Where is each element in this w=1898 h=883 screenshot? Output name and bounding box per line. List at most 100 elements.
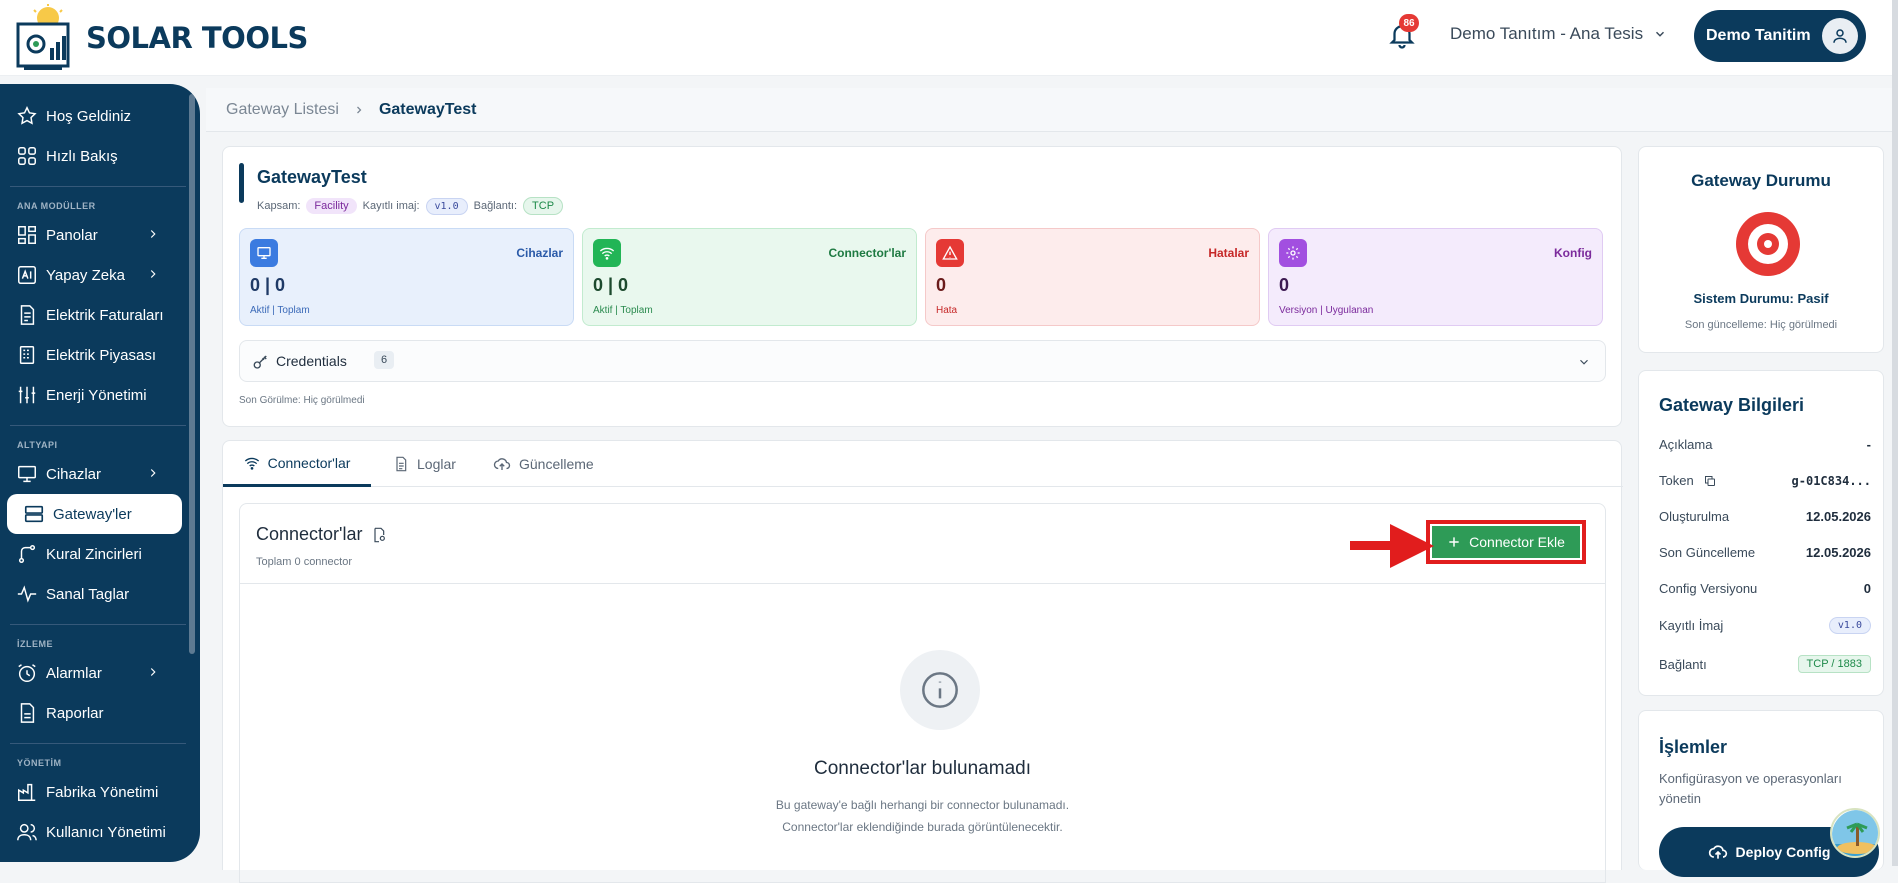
site-selector[interactable]: Demo Tanıtım - Ana Tesis <box>1450 24 1667 44</box>
tab-connectors[interactable]: Connector'lar <box>223 441 371 487</box>
copy-icon[interactable] <box>1704 475 1716 487</box>
sidebar-item-devices[interactable]: Cihazlar <box>0 454 200 494</box>
ops-title: İşlemler <box>1659 737 1728 757</box>
info-row-image: Kayıtlı İmaj v1.0 <box>1659 617 1871 634</box>
site-selector-label: Demo Tanıtım - Ana Tesis <box>1450 24 1644 43</box>
activity-icon <box>17 585 37 603</box>
highlight-box: Connector Ekle <box>1426 520 1586 564</box>
stat-value: 0 <box>936 275 947 295</box>
stat-label: Connector'lar <box>828 246 906 260</box>
stat-sub: Versiyon | Uygulanan <box>1279 305 1374 316</box>
sidebar-section-infra: ALTYAPI <box>10 425 186 454</box>
grid-icon <box>18 147 36 165</box>
sidebar-item-rule-chains[interactable]: Kural Zincirleri <box>0 534 200 574</box>
status-target-icon <box>1736 212 1800 276</box>
solar-logo-icon <box>16 4 70 70</box>
chevron-right-icon <box>150 469 156 477</box>
document-settings-icon[interactable] <box>371 527 387 543</box>
ai-icon <box>18 266 36 284</box>
sidebar-item-alarms[interactable]: Alarmlar <box>0 653 200 693</box>
star-icon <box>17 106 37 125</box>
top-header: SOLAR TOOLS 86 Demo Tanıtım - Ana Tesis … <box>0 0 1898 76</box>
info-row-description: Açıklama - <box>1659 437 1871 452</box>
stat-value: 0 | 0 <box>250 275 286 295</box>
empty-state-description: Bu gateway'e bağlı herhangi bir connecto… <box>775 798 1070 834</box>
sidebar-item-invoices[interactable]: Elektrik Faturaları <box>0 295 200 335</box>
gear-icon <box>1279 239 1307 267</box>
stat-sub: Hata <box>936 305 958 316</box>
cloud-upload-icon <box>1708 845 1727 859</box>
sidebar-item-factory[interactable]: Fabrika Yönetimi <box>0 772 200 812</box>
credentials-label: Credentials <box>276 353 347 369</box>
wifi-icon <box>244 457 259 470</box>
sidebar: Hoş Geldiniz Hızlı Bakış ANA MODÜLLER Pa… <box>0 84 200 862</box>
credentials-count: 6 <box>374 351 395 369</box>
tab-updates[interactable]: Güncelleme <box>493 441 594 487</box>
breadcrumb-parent-link[interactable]: Gateway Listesi <box>226 101 339 119</box>
monitor-icon <box>18 465 36 483</box>
notification-badge: 86 <box>1399 14 1419 32</box>
brand-logo[interactable]: SOLAR TOOLS <box>14 4 308 72</box>
sidebar-section-admin: YÖNETİM <box>10 743 186 772</box>
report-icon <box>20 703 35 723</box>
dashboard-icon <box>18 226 36 244</box>
sidebar-item-ai[interactable]: Yapay Zeka <box>0 255 200 295</box>
stat-card-connectors[interactable]: Connector'lar 0 | 0 Aktif | Toplam <box>582 228 917 326</box>
user-icon <box>1833 29 1847 43</box>
sidebar-item-gateways[interactable]: Gateway'ler <box>7 494 182 534</box>
sidebar-section-main: ANA MODÜLLER <box>10 186 186 215</box>
info-row-connection: Bağlantı TCP / 1883 <box>1659 655 1871 673</box>
stat-sub: Aktif | Toplam <box>250 305 310 316</box>
stat-card-config[interactable]: Konfig 0 Versiyon | Uygulanan <box>1268 228 1603 326</box>
last-seen-text: Son Görülme: Hiç görülmedi <box>239 395 365 406</box>
sidebar-item-panels[interactable]: Panolar <box>0 215 200 255</box>
gateway-summary-card: GatewayTest Kapsam: Facility Kayıtlı ima… <box>222 146 1622 427</box>
info-row-created: Oluşturulma 12.05.2026 <box>1659 509 1871 524</box>
window-scrollbar[interactable] <box>1892 0 1898 866</box>
alarm-icon <box>18 664 36 682</box>
server-icon <box>24 505 44 523</box>
image-label: Kayıtlı imaj: <box>362 200 420 212</box>
document-icon <box>396 456 407 472</box>
connectors-title: Connector'lar <box>256 524 387 545</box>
chevron-down-icon <box>1656 31 1665 37</box>
credentials-accordion[interactable]: Credentials 6 <box>239 340 1606 382</box>
info-icon <box>900 650 980 730</box>
sidebar-item-energy[interactable]: Enerji Yönetimi <box>0 375 200 415</box>
monitor-icon <box>250 239 278 267</box>
sidebar-item-virtual-tags[interactable]: Sanal Taglar <box>0 574 200 614</box>
stat-card-errors[interactable]: Hatalar 0 Hata <box>925 228 1260 326</box>
chevron-down-icon <box>1580 359 1588 365</box>
stat-card-devices[interactable]: Cihazlar 0 | 0 Aktif | Toplam <box>239 228 574 326</box>
connection-label: Bağlantı: <box>473 200 518 212</box>
key-icon <box>253 355 267 369</box>
assistant-avatar-icon[interactable] <box>1830 808 1880 858</box>
system-state: Sistem Durumu: Pasif <box>1693 291 1829 306</box>
stat-label: Konfig <box>1554 246 1592 260</box>
tab-logs[interactable]: Loglar <box>393 441 456 487</box>
route-icon <box>18 545 36 563</box>
empty-state-title: Connector'lar bulunamadı <box>814 758 1031 779</box>
ops-description: Konfigürasyon ve operasyonları yönetin <box>1659 771 1842 806</box>
sidebar-item-market[interactable]: Elektrik Piyasası <box>0 335 200 375</box>
sidebar-item-welcome[interactable]: Hoş Geldiniz <box>0 96 200 136</box>
stat-label: Hatalar <box>1208 246 1249 260</box>
sidebar-item-reports[interactable]: Raporlar <box>0 693 200 733</box>
sidebar-item-users[interactable]: Kullanıcı Yönetimi <box>0 812 200 852</box>
gateway-status-card: Gateway Durumu Sistem Durumu: Pasif Son … <box>1638 146 1884 353</box>
info-row-updated: Son Güncelleme 12.05.2026 <box>1659 545 1871 560</box>
sidebar-item-overview[interactable]: Hızlı Bakış <box>0 136 200 176</box>
chevron-right-icon <box>150 230 156 238</box>
connection-badge: TCP <box>523 197 564 215</box>
wifi-icon <box>593 239 621 267</box>
stat-value: 0 | 0 <box>593 275 629 295</box>
status-title: Gateway Durumu <box>1691 171 1831 190</box>
connectors-subtitle: Toplam 0 connector <box>256 556 352 568</box>
tabs-card: Connector'lar Loglar Güncelleme Connecto… <box>222 440 1623 883</box>
sidebar-section-monitor: İZLEME <box>10 624 186 653</box>
user-menu-button[interactable]: Demo Tanitim <box>1694 10 1866 62</box>
user-name: Demo Tanitim <box>1706 27 1811 44</box>
breadcrumb-bar: Gateway Listesi GatewayTest <box>206 88 1898 132</box>
tab-bar: Connector'lar Loglar Güncelleme <box>223 441 1623 487</box>
add-connector-button[interactable]: Connector Ekle <box>1432 526 1580 558</box>
